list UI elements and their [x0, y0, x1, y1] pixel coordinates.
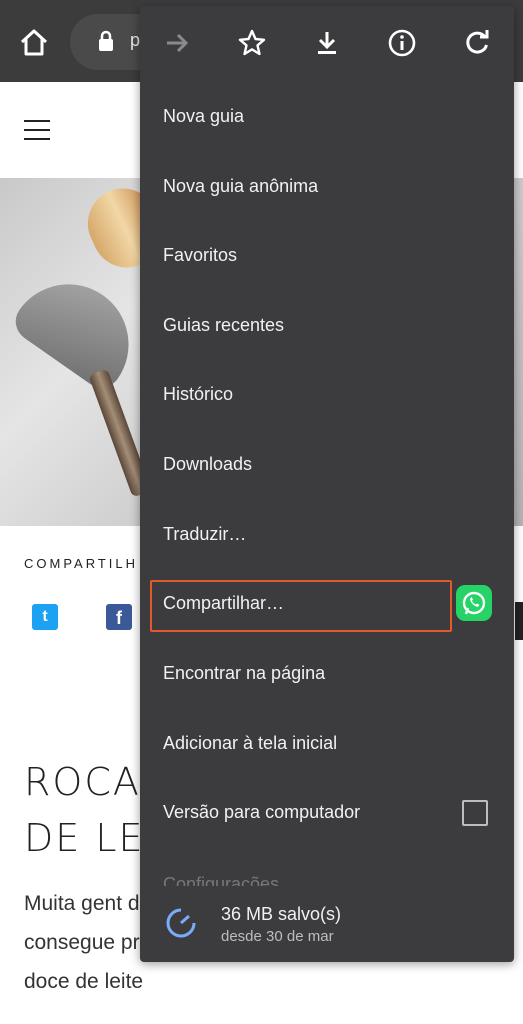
facebook-icon[interactable]: f	[106, 604, 132, 630]
forward-arrow-icon[interactable]	[160, 26, 194, 60]
menu-item-history[interactable]: Histórico	[163, 384, 233, 405]
menu-item-bookmarks[interactable]: Favoritos	[163, 245, 237, 266]
menu-item-desktop-site[interactable]: Versão para computador	[163, 802, 360, 823]
download-icon[interactable]	[310, 26, 344, 60]
data-saved-since: desde 30 de mar	[221, 928, 334, 945]
star-icon[interactable]	[235, 26, 269, 60]
article-title: ROCA DE LE	[24, 760, 145, 860]
whatsapp-icon[interactable]	[456, 585, 492, 621]
url-text[interactable]: p	[130, 30, 140, 51]
browser-overflow-menu: Nova guia Nova guia anônima Favoritos Gu…	[140, 6, 514, 962]
desktop-site-checkbox[interactable]	[462, 800, 488, 826]
data-saved-amount[interactable]: 36 MB salvo(s)	[221, 904, 341, 925]
menu-item-find-in-page[interactable]: Encontrar na página	[163, 663, 325, 684]
twitter-icon[interactable]: t	[32, 604, 58, 630]
menu-item-new-tab[interactable]: Nova guia	[163, 106, 244, 127]
edge-element	[515, 602, 523, 640]
menu-item-settings[interactable]: Configurações	[163, 874, 279, 886]
hamburger-menu-icon[interactable]	[24, 120, 50, 140]
info-icon[interactable]	[385, 26, 419, 60]
refresh-icon[interactable]	[460, 26, 494, 60]
menu-item-incognito-tab[interactable]: Nova guia anônima	[163, 176, 318, 197]
menu-item-add-to-home[interactable]: Adicionar à tela inicial	[163, 733, 337, 754]
menu-item-recent-tabs[interactable]: Guias recentes	[163, 315, 284, 336]
menu-item-share[interactable]: Compartilhar…	[163, 593, 284, 614]
menu-item-translate[interactable]: Traduzir…	[163, 524, 246, 545]
home-icon[interactable]	[16, 24, 52, 60]
data-saver-icon	[164, 906, 198, 940]
menu-item-downloads[interactable]: Downloads	[163, 454, 252, 475]
share-label: COMPARTILH	[24, 556, 139, 571]
lock-icon	[96, 30, 116, 52]
